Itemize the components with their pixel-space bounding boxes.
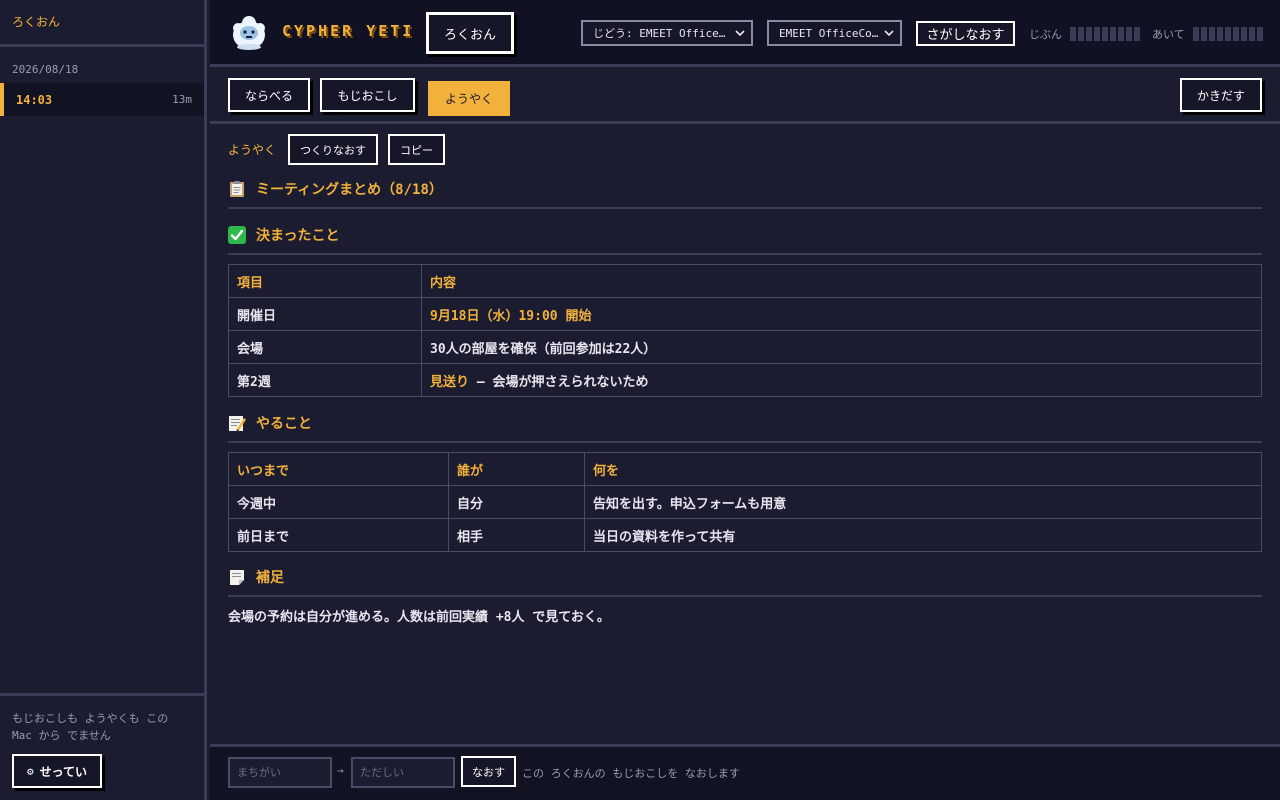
output-select-value: EMEET OfficeCo…: [779, 26, 879, 40]
view-toolbar: ならべる もじおこし ようやく かきだす: [210, 70, 1280, 124]
todo-table: いつまで 誰が 何を 今週中 自分 告知を出す。申込フォームも用意 前日まで 相…: [228, 452, 1262, 552]
record-button[interactable]: ろくおん: [426, 12, 514, 54]
sidebar-footer: もじおこしも ようやくも この Mac から でません ⚙ せってい: [0, 693, 204, 800]
settings-button[interactable]: ⚙ せってい: [12, 754, 102, 788]
summary-title-text: ミーティングまとめ（8/18）: [256, 182, 443, 198]
todo-heading-text: やること: [256, 416, 312, 432]
mic-select-value: じどう: EMEET Office…: [593, 27, 726, 40]
correct-word-input[interactable]: [351, 757, 455, 788]
arrow-right-icon: →: [337, 764, 344, 777]
tab-arrange[interactable]: ならべる: [228, 78, 310, 112]
tab-transcribe[interactable]: もじおこし: [320, 78, 415, 112]
table-row: 第2週 見送り — 会場が押さえられないため: [228, 363, 1262, 397]
table-cell: 開催日: [228, 297, 422, 331]
other-level-meter: あいて: [1152, 26, 1263, 42]
table-cell: 第2週: [228, 363, 422, 397]
table-cell: 9月18日（水）19:00 開始: [421, 297, 1262, 331]
table-row: 開催日 9月18日（水）19:00 開始: [228, 297, 1262, 331]
clipboard-icon: [230, 181, 244, 197]
yeti-logo-icon: [233, 16, 265, 50]
chevron-down-icon: [735, 30, 745, 37]
self-meter-label: じぶん: [1029, 28, 1062, 41]
cell-text: — 会場が押さえられないため: [469, 374, 649, 390]
copy-button[interactable]: コピー: [388, 134, 446, 165]
sidebar: ろくおん 2026/08/18 14:03 13m もじおこしも ようやくも こ…: [0, 0, 207, 800]
column-header: 何を: [584, 452, 1262, 486]
highlighted-text: 見送り: [430, 374, 470, 390]
table-cell: 見送り — 会場が押さえられないため: [421, 363, 1262, 397]
table-row: 会場 30人の部屋を確保（前回参加は22人）: [228, 330, 1262, 364]
other-meter-label: あいて: [1152, 28, 1185, 41]
summary-content: ようやく つくりなおす コピー ミーティングまとめ（8/18） 決まったこと 項…: [228, 124, 1262, 625]
table-row: 前日まで 相手 当日の資料を作って共有: [228, 518, 1262, 552]
correction-hint: この ろくおんの もじおこしを なおします: [522, 767, 740, 780]
wrong-word-input[interactable]: [228, 757, 332, 788]
table-header-row: 項目 内容: [228, 264, 1262, 298]
gear-icon: ⚙: [26, 764, 34, 778]
table-row: 今週中 自分 告知を出す。申込フォームも用意: [228, 485, 1262, 519]
notes-heading-text: 補足: [256, 570, 284, 586]
table-cell: 相手: [448, 518, 585, 552]
summary-title: ミーティングまとめ（8/18）: [228, 179, 1262, 209]
main-panel: CYPHER YETI ろくおん じどう: EMEET Office… EMEE…: [210, 0, 1280, 800]
regenerate-button[interactable]: つくりなおす: [288, 134, 379, 165]
check-mark-icon: [228, 226, 246, 244]
other-meter-bars: [1192, 27, 1263, 41]
self-meter-bars: [1070, 27, 1140, 41]
rescan-devices-button[interactable]: さがしなおす: [916, 21, 1015, 46]
top-bar: CYPHER YETI ろくおん じどう: EMEET Office… EMEE…: [210, 0, 1280, 67]
table-cell: 会場: [228, 330, 422, 364]
privacy-note: もじおこしも ようやくも この Mac から でません: [12, 712, 169, 742]
column-header: 誰が: [448, 452, 585, 486]
table-cell: 前日まで: [228, 518, 449, 552]
brand-name: CYPHER YETI: [282, 22, 415, 40]
table-cell: 今週中: [228, 485, 449, 519]
decided-heading-text: 決まったこと: [256, 228, 340, 244]
column-header: いつまで: [228, 452, 449, 486]
chevron-down-icon: [884, 30, 894, 37]
decided-heading: 決まったこと: [228, 225, 1262, 255]
self-level-meter: じぶん: [1029, 26, 1140, 42]
notes-text: 会場の予約は自分が進める。人数は前回実績 +8人 で見ておく。: [228, 610, 610, 625]
note-page-icon: [230, 570, 244, 585]
recording-list-item[interactable]: 14:03 13m: [0, 83, 204, 116]
memo-icon: [229, 416, 246, 432]
recording-date: 2026/08/18: [12, 63, 79, 76]
apply-correction-button[interactable]: なおす: [461, 756, 516, 787]
table-cell: 当日の資料を作って共有: [584, 518, 1262, 552]
correction-bar: → なおす この ろくおんの もじおこしを なおします: [210, 744, 1280, 800]
column-header: 内容: [421, 264, 1262, 298]
summary-label: ようやく: [228, 143, 277, 157]
table-cell: 30人の部屋を確保（前回参加は22人）: [421, 330, 1262, 364]
export-button[interactable]: かきだす: [1180, 78, 1262, 112]
todo-heading: やること: [228, 413, 1262, 443]
notes-heading: 補足: [228, 567, 1262, 597]
settings-label: せってい: [39, 764, 88, 779]
output-select[interactable]: EMEET OfficeCo…: [767, 20, 902, 46]
sidebar-title: ろくおん: [0, 0, 204, 47]
table-cell: 告知を出す。申込フォームも用意: [584, 485, 1262, 519]
mic-select[interactable]: じどう: EMEET Office…: [581, 20, 753, 46]
table-header-row: いつまで 誰が 何を: [228, 452, 1262, 486]
recording-time: 14:03: [16, 92, 53, 107]
summary-actions: ようやく つくりなおす コピー: [228, 134, 1262, 165]
tab-summary[interactable]: ようやく: [428, 81, 510, 116]
table-cell: 自分: [448, 485, 585, 519]
column-header: 項目: [228, 264, 422, 298]
recording-duration: 13m: [172, 93, 192, 106]
decided-table: 項目 内容 開催日 9月18日（水）19:00 開始 会場 30人の部屋を確保（…: [228, 264, 1262, 397]
